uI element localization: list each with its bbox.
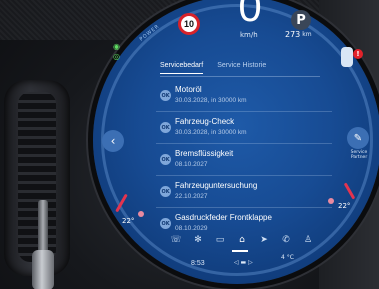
speed-unit: km/h [240,31,258,39]
vent-knob[interactable] [32,250,54,289]
service-tabs: Servicebedarf Service Historie [160,62,266,74]
tab-service-historie[interactable]: Service Historie [217,62,266,74]
bottom-dock: ☏ ✻ ▭ ⌂ ➤ ✆ ♙ [170,234,314,246]
alert-icon: ! [353,49,363,59]
temp-left[interactable]: 22° [122,217,134,225]
parking-light-icon: ◎ [113,52,120,61]
list-item[interactable]: OK Motoröl 30.03.2028, in 30000 km [156,80,332,112]
seat-heat-icon[interactable] [138,211,144,217]
service-partner-button[interactable]: ✎ [347,127,369,149]
wrench-icon: ✎ [353,132,363,144]
tab-servicebedarf[interactable]: Servicebedarf [160,62,204,74]
air-vent [4,80,70,289]
user-icon[interactable]: ♙ [302,234,314,246]
car-dashboard: POWER 10 0 km/h P 273 km ◉ ◎ ! Servicebe… [0,0,379,289]
seat-heat-icon[interactable] [328,198,334,204]
list-item[interactable]: OK Fahrzeuguntersuchung 22.10.2027 [156,176,332,208]
outside-temperature: 4 °C [281,254,294,261]
headlight-icon: ◉ [113,42,120,51]
item-title: Gasdruckfeder Frontklappe [175,213,272,222]
call-icon[interactable]: ✆ [280,234,292,246]
home-icon[interactable]: ⌂ [236,234,248,246]
back-button[interactable]: ‹ [102,130,124,152]
clock: 8:53 [191,260,205,267]
range-value: 273 [285,30,301,39]
item-title: Motoröl [175,85,202,94]
status-lights: ◉ ◎ [113,42,120,62]
navigation-icon[interactable]: ➤ [258,234,270,246]
list-item[interactable]: OK Fahrzeug-Check 30.03.2028, in 30000 k… [156,112,332,144]
list-item[interactable]: OK Bremsflüssigkeit 08.10.2027 [156,144,332,176]
item-title: Bremsflüssigkeit [175,149,234,158]
range-indicator: 273 km [285,30,312,39]
temp-right[interactable]: 22° [338,202,350,210]
media-icon[interactable]: ▭ [214,234,226,246]
ok-badge: OK [160,186,171,197]
speed-limit-sign: 10 [178,13,200,35]
ok-badge: OK [160,218,171,229]
vent-stem [38,200,48,256]
item-subtitle: 30.03.2028, in 30000 km [175,129,247,136]
item-subtitle: 08.10.2029 [175,225,208,232]
speed-value: 0 [238,0,262,30]
item-subtitle: 08.10.2027 [175,161,208,168]
item-title: Fahrzeuguntersuchung [175,181,258,190]
car-icon[interactable] [341,47,353,67]
vent-slats [18,92,56,262]
active-indicator [232,250,248,252]
ok-badge: OK [160,154,171,165]
fan-icon[interactable]: ✻ [192,234,204,246]
item-title: Fahrzeug-Check [175,117,235,126]
gear-indicator: P [291,10,311,30]
phone-icon[interactable]: ☏ [170,234,182,246]
range-unit: km [302,31,312,38]
service-partner-label: Service Partner [350,150,368,160]
item-subtitle: 22.10.2027 [175,193,208,200]
item-subtitle: 30.03.2028, in 30000 km [175,97,247,104]
chevron-left-icon: ‹ [110,134,116,148]
volume-control-icon[interactable]: ◁ ▬ ▷ [234,259,253,266]
service-list: OK Motoröl 30.03.2028, in 30000 km OK Fa… [156,80,332,239]
ok-badge: OK [160,122,171,133]
tab-divider [160,76,320,77]
ok-badge: OK [160,90,171,101]
